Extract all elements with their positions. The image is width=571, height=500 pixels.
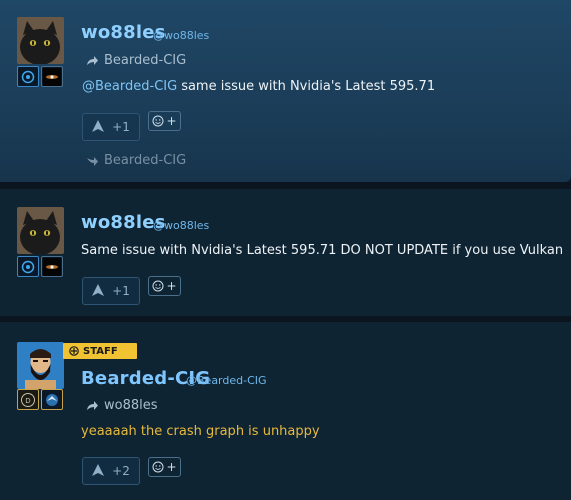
user-handle[interactable]: @wo88les	[153, 29, 209, 42]
org-badge-icon[interactable]	[41, 389, 63, 410]
upvote-button[interactable]: +1	[82, 277, 140, 305]
reply-to[interactable]: wo88les	[86, 398, 158, 413]
add-reaction-button[interactable]: +	[148, 457, 181, 477]
post-body: @Bearded-CIG same issue with Nvidia's Lat…	[82, 79, 435, 94]
vote-count: +1	[112, 120, 130, 134]
upvote-button[interactable]: +2	[82, 457, 140, 485]
upvote-arrow-icon	[92, 284, 105, 296]
upvote-button[interactable]: +1	[82, 113, 140, 141]
add-reaction-button[interactable]: +	[148, 276, 181, 296]
staff-badge-icon	[69, 346, 79, 356]
vote-count: +1	[112, 284, 130, 298]
smiley-icon	[152, 280, 164, 292]
smiley-icon	[152, 461, 164, 473]
reply-arrow-icon	[87, 400, 98, 410]
user-badges: D	[17, 389, 63, 410]
post-divider	[0, 182, 571, 189]
upvote-arrow-icon	[92, 464, 105, 476]
reply-arrow-icon	[87, 156, 98, 166]
upvote-arrow-icon	[92, 120, 105, 132]
replied-by-name: Bearded-CIG	[104, 153, 187, 168]
reply-to-name: wo88les	[104, 398, 158, 413]
post-body: yeaaaah the crash graph is unhappy	[81, 424, 320, 439]
plus-icon: +	[166, 114, 177, 128]
staff-label: STAFF	[83, 345, 118, 357]
reply-to[interactable]: Bearded-CIG	[86, 53, 186, 68]
org-badge-icon[interactable]	[17, 66, 39, 87]
smiley-icon	[152, 115, 164, 127]
galaxy-badge-icon[interactable]	[41, 66, 63, 87]
reply-to-name: Bearded-CIG	[104, 53, 187, 68]
dev-badge-icon[interactable]: D	[17, 389, 39, 410]
replied-by[interactable]: Bearded-CIG	[86, 153, 186, 168]
reply-arrow-icon	[87, 55, 98, 65]
post-text: same issue with Nvidia's Latest 595.71	[181, 79, 436, 94]
staff-avatar[interactable]	[17, 342, 64, 389]
vote-count: +2	[112, 464, 130, 478]
user-avatar[interactable]	[17, 17, 64, 64]
svg-text:D: D	[25, 397, 30, 405]
user-badges	[17, 256, 63, 277]
galaxy-badge-icon[interactable]	[41, 256, 63, 277]
post-body: Same issue with Nvidia's Latest 595.71 D…	[81, 243, 564, 258]
plus-icon: +	[166, 279, 177, 293]
plus-icon: +	[166, 460, 177, 474]
user-handle[interactable]: @wo88les	[153, 219, 209, 232]
staff-badge: STAFF	[63, 343, 137, 359]
user-badges	[17, 66, 63, 87]
add-reaction-button[interactable]: +	[148, 111, 181, 131]
user-avatar[interactable]	[17, 207, 64, 254]
org-badge-icon[interactable]	[17, 256, 39, 277]
user-handle[interactable]: @Bearded-CIG	[186, 374, 267, 387]
mention-link[interactable]: @Bearded-CIG	[82, 79, 177, 94]
